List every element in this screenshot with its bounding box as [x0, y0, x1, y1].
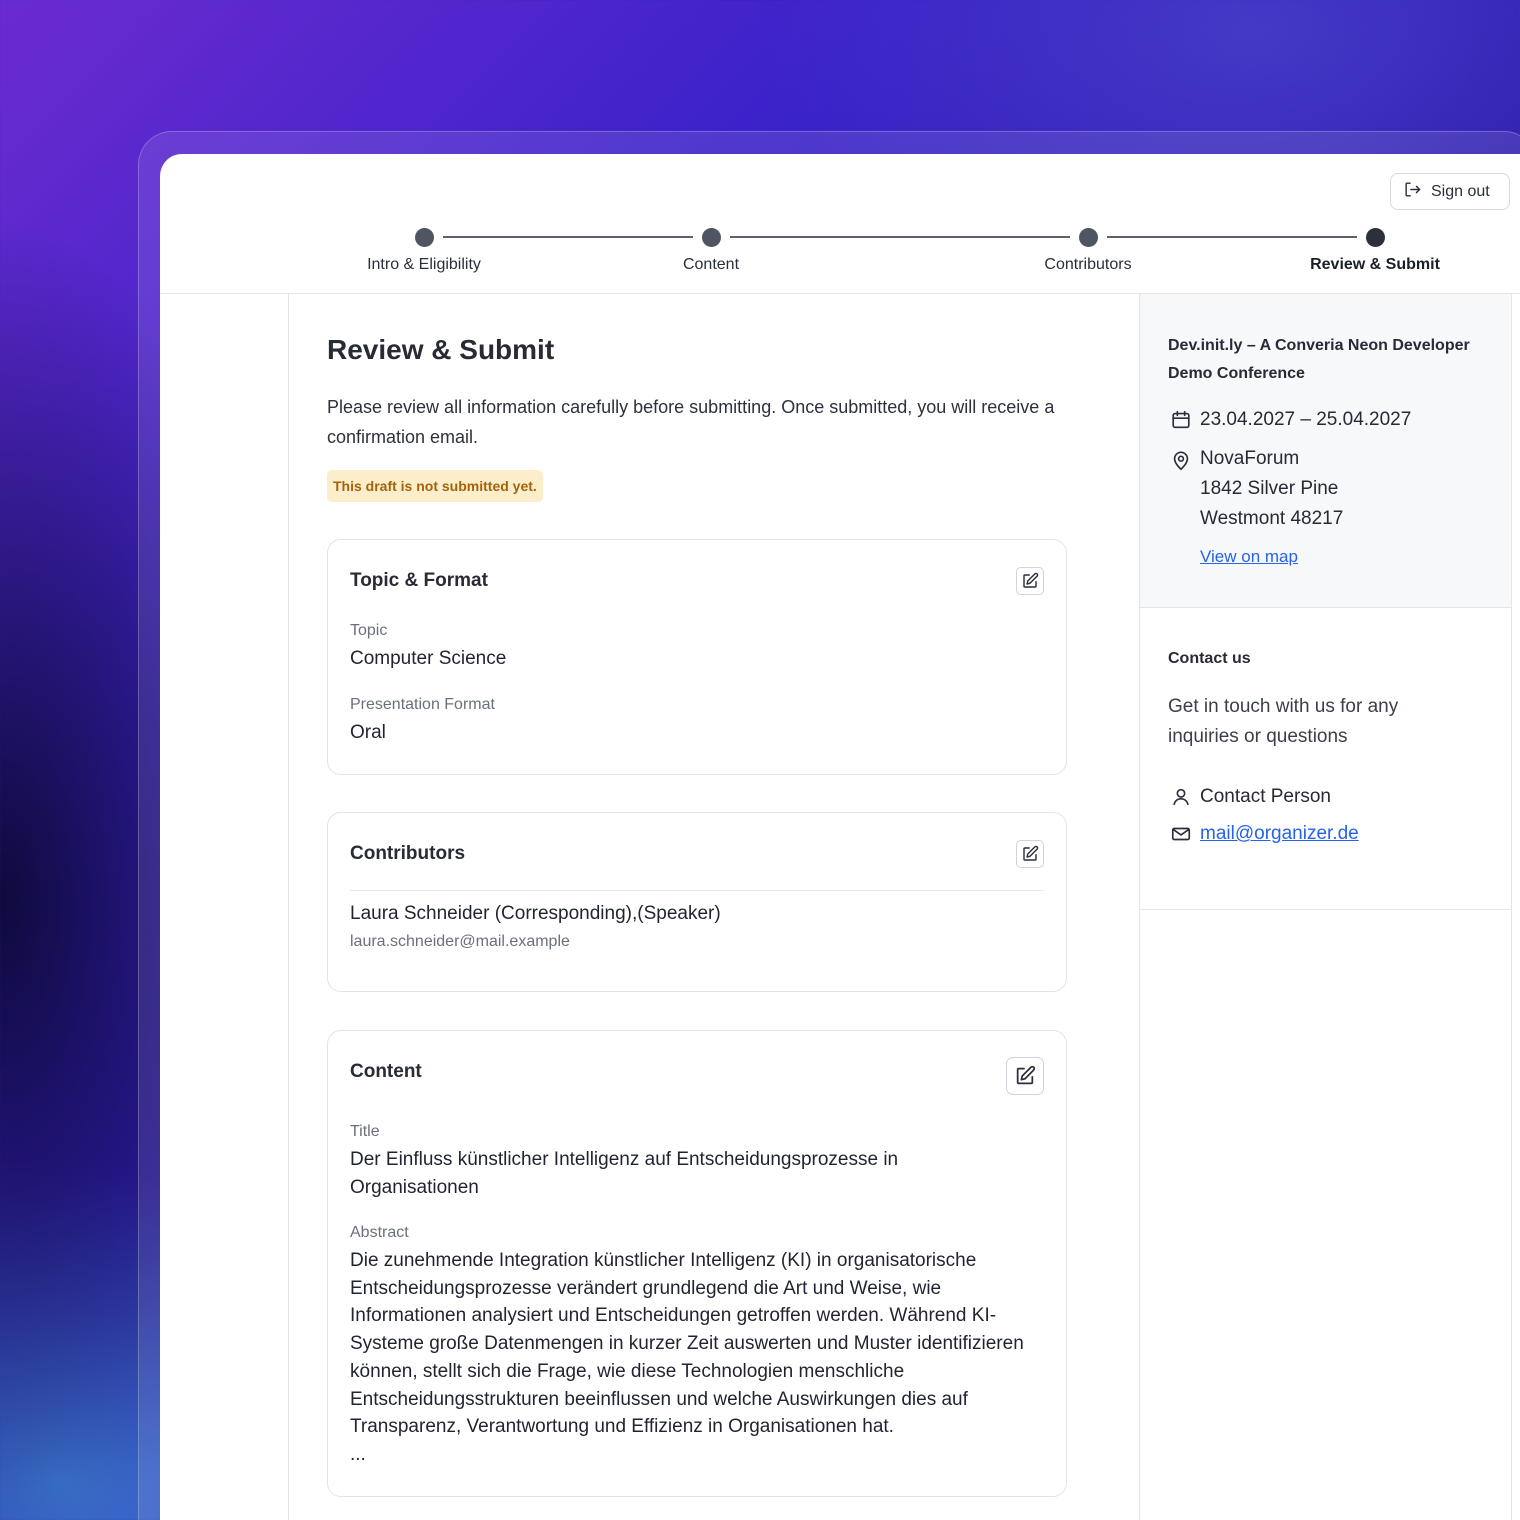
contact-panel: Contact us Get in touch with us for any …: [1140, 608, 1511, 910]
edit-content-button[interactable]: [1006, 1057, 1044, 1095]
location-pin-icon: [1173, 451, 1189, 471]
format-value: Oral: [350, 722, 386, 743]
step-connector: [443, 236, 693, 238]
intro-text: Please review all information carefully …: [327, 397, 1055, 447]
step-label-content[interactable]: Content: [683, 256, 739, 274]
view-on-map-link[interactable]: View on map: [1200, 542, 1298, 572]
status-badge: This draft is not submitted yet.: [327, 470, 543, 502]
step-dot-contributors[interactable]: [1079, 228, 1098, 247]
app-window: Sign out Intro & Eligibility Content Con…: [160, 154, 1520, 1520]
edit-topic-button[interactable]: [1016, 567, 1044, 595]
venue-city: Westmont 48217: [1200, 508, 1344, 529]
edit-icon: [1023, 845, 1039, 861]
divider: [350, 890, 1044, 891]
abstract-label: Abstract: [350, 1224, 409, 1241]
step-label-intro[interactable]: Intro & Eligibility: [367, 256, 481, 274]
sign-out-icon: [1403, 180, 1422, 204]
venue-street: 1842 Silver Pine: [1200, 478, 1339, 499]
edit-contributors-button[interactable]: [1016, 840, 1044, 868]
content-title-value: Der Einfluss künstlicher Intelligenz auf…: [350, 1149, 899, 1198]
sign-out-button[interactable]: Sign out: [1390, 173, 1510, 210]
card-title: Topic & Format: [350, 570, 488, 591]
edit-icon: [1016, 1065, 1036, 1085]
event-name: Dev.init.ly – A Converia Neon Developer …: [1168, 337, 1470, 382]
format-label: Presentation Format: [350, 696, 495, 713]
venue-name: NovaForum: [1200, 448, 1300, 469]
topic-value: Computer Science: [350, 648, 507, 669]
person-icon: [1173, 788, 1189, 806]
contact-description: Get in touch with us for any inquiries o…: [1168, 696, 1399, 747]
header-stepper: Sign out Intro & Eligibility Content Con…: [160, 154, 1520, 294]
page-title: Review & Submit: [327, 334, 555, 365]
step-connector: [1107, 236, 1357, 238]
step-dot-review[interactable]: [1366, 228, 1385, 247]
event-info-panel: Dev.init.ly – A Converia Neon Developer …: [1140, 294, 1511, 608]
sign-out-label: Sign out: [1431, 182, 1490, 200]
step-dot-content[interactable]: [702, 228, 721, 247]
topic-label: Topic: [350, 622, 388, 639]
event-sidebar: Dev.init.ly – A Converia Neon Developer …: [1140, 294, 1512, 1520]
topic-format-card: Topic & Format Topic Computer Science Pr…: [327, 539, 1067, 775]
edit-icon: [1023, 572, 1039, 588]
step-label-contributors[interactable]: Contributors: [1044, 256, 1131, 274]
calendar-icon: [1172, 410, 1190, 429]
event-dates: 23.04.2027 – 25.04.2027: [1200, 409, 1412, 430]
abstract-value: Die zunehmende Integration künstlicher I…: [350, 1250, 1024, 1438]
card-title: Content: [350, 1061, 422, 1082]
contact-email-link[interactable]: mail@organizer.de: [1200, 819, 1359, 849]
contributors-card: Contributors Laura Schneider (Correspond…: [327, 812, 1067, 992]
contributor-email: laura.schneider@mail.example: [350, 933, 570, 950]
contact-title: Contact us: [1168, 650, 1251, 667]
step-connector: [730, 236, 1070, 238]
main-content: Review & Submit Please review all inform…: [288, 294, 1140, 1520]
contributor-name: Laura Schneider (Corresponding),(Speaker…: [350, 903, 721, 924]
contact-person: Contact Person: [1200, 786, 1331, 807]
abstract-ellipsis: ...: [350, 1444, 366, 1465]
card-title: Contributors: [350, 843, 466, 864]
content-card: Content Title Der Einfluss künstlicher I…: [327, 1030, 1067, 1497]
mail-icon: [1171, 827, 1191, 841]
step-dot-intro[interactable]: [415, 228, 434, 247]
content-title-label: Title: [350, 1123, 380, 1140]
step-label-review[interactable]: Review & Submit: [1310, 256, 1440, 274]
